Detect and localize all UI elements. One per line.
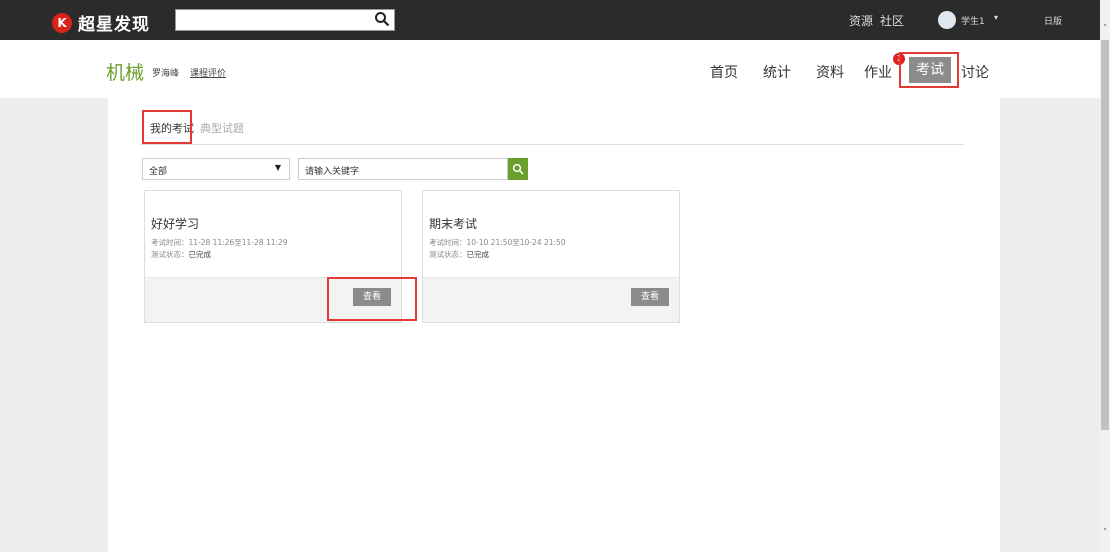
highlight-box-view [327, 277, 417, 321]
course-teacher: 罗海峰 [152, 69, 180, 79]
top-link-resources[interactable]: 资源 [849, 12, 873, 29]
search-button[interactable] [508, 158, 528, 180]
search-icon[interactable] [374, 11, 392, 29]
search-icon [512, 163, 524, 175]
right-gutter [1000, 98, 1100, 552]
nav-statistics[interactable]: 统计 [763, 62, 791, 82]
exam-status: 测试状态：已完成 [429, 250, 489, 259]
exam-card: 期末考试 考试时间：10-10 21:50至10-24 21:50 测试状态：已… [422, 190, 680, 323]
keyword-input[interactable]: 请输入关键字 [298, 158, 508, 180]
category-select-value: 全部 [149, 167, 168, 177]
nav-materials[interactable]: 资料 [816, 62, 844, 82]
logo-text: 超星发现 [78, 15, 150, 35]
scroll-down-arrow-icon[interactable]: ˅ [1100, 528, 1110, 538]
exam-status: 测试状态：已完成 [151, 250, 211, 259]
global-search-input[interactable] [175, 9, 395, 31]
chevron-down-icon[interactable]: ▾ [994, 13, 998, 22]
tab-typical-questions[interactable]: 典型试题 [200, 120, 244, 136]
logo-icon: K [52, 12, 72, 33]
view-exam-button[interactable]: 查看 [631, 288, 669, 306]
top-bar: K 超星发现 资源 社区 学生1 ▾ 日版 [0, 0, 1100, 40]
page-scrollbar[interactable]: ˄ ˅ [1100, 0, 1110, 552]
highlight-box-tab [142, 110, 192, 144]
exam-title: 期末考试 [429, 217, 478, 231]
category-select[interactable]: 全部 ▼ [142, 158, 290, 180]
nav-homework[interactable]: 作业 [864, 62, 892, 82]
logo[interactable]: K 超星发现 [52, 10, 150, 35]
nav-discussion[interactable]: 讨论 [961, 62, 989, 82]
exam-time: 考试时间：11-28 11:26至11-28 11:29 [151, 238, 288, 247]
course-evaluation-link[interactable]: 课程评价 [190, 66, 226, 79]
scroll-up-arrow-icon[interactable]: ˄ [1100, 24, 1110, 34]
dropdown-caret-icon[interactable]: ▼ [275, 163, 281, 172]
user-name[interactable]: 学生1 [961, 14, 985, 27]
highlight-box-nav-exams [899, 52, 959, 88]
tab-divider [140, 144, 964, 145]
exam-time: 考试时间：10-10 21:50至10-24 21:50 [429, 238, 566, 247]
avatar[interactable] [938, 11, 956, 29]
language-link[interactable]: 日版 [1044, 14, 1062, 27]
nav-home[interactable]: 首页 [710, 62, 738, 82]
scrollbar-thumb[interactable] [1101, 40, 1109, 430]
left-gutter [0, 98, 108, 552]
exam-card-footer: 查看 [423, 277, 679, 322]
course-title: 机械 [106, 62, 145, 84]
exam-title: 好好学习 [151, 217, 200, 231]
keyword-placeholder: 请输入关键字 [305, 167, 360, 177]
top-link-community[interactable]: 社区 [880, 12, 904, 29]
course-header: 机械 罗海峰 课程评价 首页 统计 资料 作业 1 考试 讨论 [0, 40, 1100, 98]
